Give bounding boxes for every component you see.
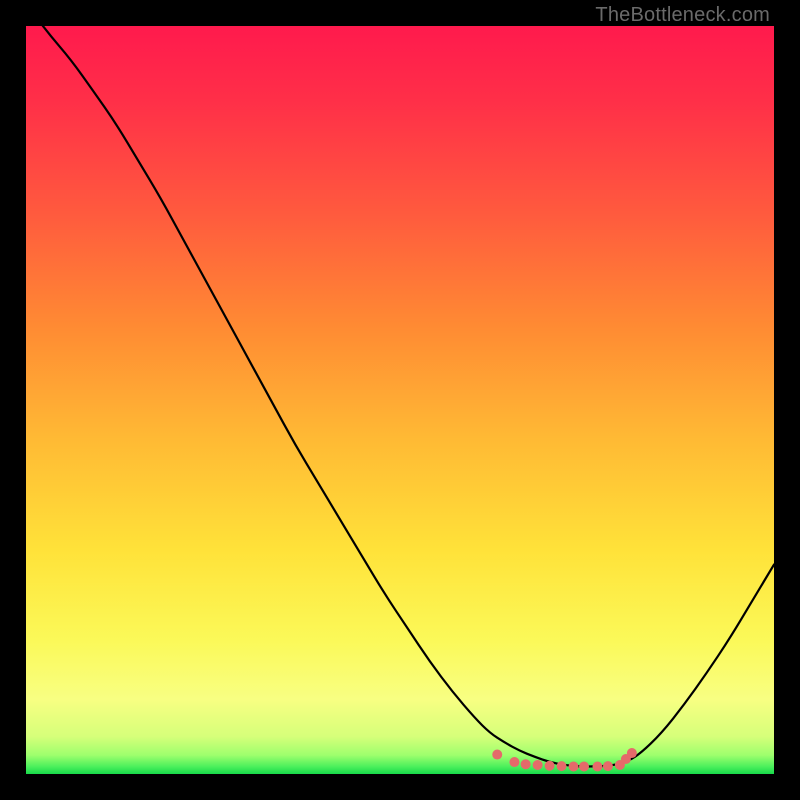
chart-svg	[26, 26, 774, 774]
plot-area	[26, 26, 774, 774]
valley-dot	[492, 750, 502, 760]
valley-dot	[579, 762, 589, 772]
valley-dot	[521, 759, 531, 769]
valley-dot	[545, 761, 555, 771]
outer-frame: TheBottleneck.com	[0, 0, 800, 800]
valley-dot	[509, 757, 519, 767]
watermark-text: TheBottleneck.com	[595, 4, 770, 27]
valley-dot	[569, 762, 579, 772]
valley-dot	[533, 760, 543, 770]
valley-dot	[557, 761, 567, 771]
valley-dot	[603, 761, 613, 771]
valley-dot	[627, 748, 637, 758]
valley-dot	[592, 762, 602, 772]
gradient-background	[26, 26, 774, 774]
